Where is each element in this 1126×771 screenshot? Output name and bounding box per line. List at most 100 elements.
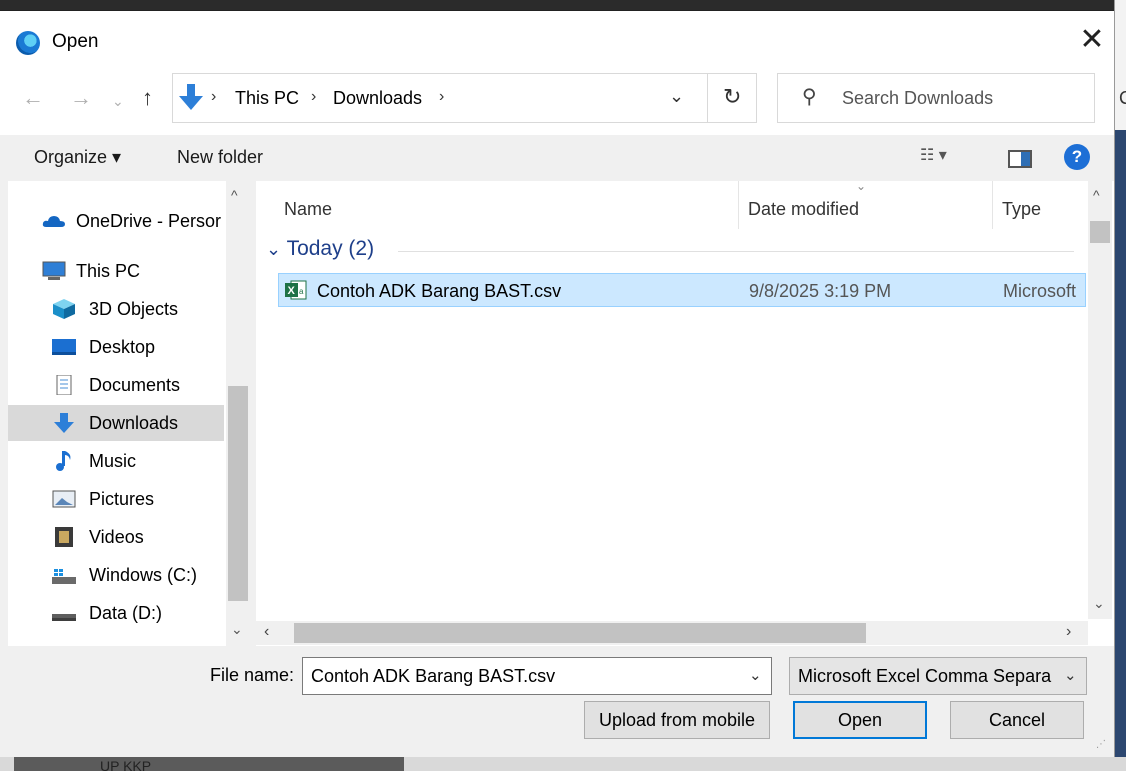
- address-bar[interactable]: › This PC › Downloads › ⌄ ↻: [172, 73, 757, 123]
- background-app-panel: [1115, 130, 1126, 771]
- scroll-up-icon[interactable]: ^: [1093, 187, 1100, 203]
- sidebar-item-desktop[interactable]: Desktop: [8, 329, 224, 365]
- breadcrumb-separator-icon: ›: [439, 88, 445, 105]
- file-type-value: Microsoft Excel Comma Separa: [798, 666, 1052, 686]
- computer-icon: [42, 261, 66, 280]
- download-icon: [54, 413, 74, 433]
- details-view-icon: ☷: [920, 147, 935, 164]
- cube-icon: [53, 299, 75, 319]
- edge-browser-icon: [16, 31, 40, 55]
- sidebar-item-this-pc[interactable]: This PC: [8, 253, 224, 289]
- address-dropdown-icon[interactable]: ⌄: [669, 86, 684, 107]
- background-app-bar: [14, 757, 404, 771]
- search-box[interactable]: ⚲ Search Downloads: [777, 73, 1095, 123]
- cancel-button[interactable]: Cancel: [950, 701, 1084, 739]
- scroll-up-icon[interactable]: ^: [231, 187, 238, 203]
- scrollbar-thumb[interactable]: [228, 386, 248, 601]
- file-name-label: File name:: [210, 665, 295, 685]
- open-button[interactable]: Open: [793, 701, 927, 739]
- svg-text:X: X: [288, 285, 296, 297]
- sidebar-item-videos[interactable]: Videos: [8, 519, 224, 555]
- arrow-right-icon: →: [70, 85, 92, 110]
- chevron-down-icon: ⌄: [1064, 667, 1077, 684]
- group-header-today[interactable]: ⌄ Today (2): [266, 237, 374, 261]
- dialog-title: Open: [52, 31, 99, 52]
- scroll-left-icon[interactable]: ‹: [264, 623, 269, 641]
- help-icon[interactable]: ?: [1064, 144, 1090, 170]
- navigation-scrollbar[interactable]: ^ ⌄: [226, 181, 250, 646]
- sidebar-item-pictures[interactable]: Pictures: [8, 481, 224, 517]
- sidebar-item-label: Desktop: [89, 337, 156, 357]
- pictures-icon: [52, 490, 76, 508]
- breadcrumb-this-pc[interactable]: This PC: [235, 88, 299, 109]
- file-list-horizontal-scrollbar[interactable]: ‹ ›: [256, 621, 1088, 645]
- sidebar-item-documents[interactable]: Documents: [8, 367, 224, 403]
- navigation-pane: OneDrive - Persor This PC 3D Objects Des…: [8, 181, 250, 646]
- open-file-dialog: Open ✕ ← → ⌄ ↑ › This PC › Downloads › ⌄…: [0, 10, 1114, 757]
- sidebar-item-label: Data (D:): [89, 603, 163, 623]
- cloud-icon: [42, 216, 65, 227]
- organize-button[interactable]: Organize ▾: [34, 147, 121, 168]
- drive-icon: [52, 569, 76, 584]
- scroll-down-icon[interactable]: ⌄: [1093, 595, 1105, 612]
- background-app-text: UP KKP: [100, 758, 152, 771]
- breadcrumb-downloads[interactable]: Downloads: [333, 88, 422, 109]
- sidebar-item-label: Windows (C:): [89, 565, 198, 585]
- file-row[interactable]: X a Contoh ADK Barang BAST.csv 9/8/2025 …: [278, 273, 1086, 307]
- preview-pane-icon[interactable]: [1008, 150, 1032, 168]
- resize-grip-icon[interactable]: ⋰: [1096, 739, 1106, 750]
- scrollbar-thumb[interactable]: [294, 623, 866, 643]
- chevron-down-icon[interactable]: ⌄: [749, 666, 762, 684]
- column-separator[interactable]: [992, 181, 993, 229]
- svg-text:a: a: [299, 287, 304, 296]
- desktop-icon: [52, 339, 76, 355]
- column-header-type[interactable]: Type: [1002, 199, 1041, 220]
- back-button[interactable]: ←: [22, 85, 44, 111]
- background-app-bottom: UP KKP: [0, 757, 1126, 771]
- close-button[interactable]: ✕: [1074, 23, 1110, 59]
- column-header-name[interactable]: Name: [284, 199, 332, 220]
- scroll-down-icon[interactable]: ⌄: [231, 621, 243, 638]
- breadcrumb-separator-icon: ›: [311, 88, 317, 105]
- forward-button[interactable]: →: [70, 85, 92, 111]
- file-type-select[interactable]: Microsoft Excel Comma Separa ⌄: [789, 657, 1087, 695]
- sidebar-item-data-d[interactable]: Data (D:): [8, 595, 224, 631]
- music-icon: [56, 451, 71, 471]
- sidebar-item-downloads[interactable]: Downloads: [8, 405, 224, 441]
- scroll-right-icon[interactable]: ›: [1066, 623, 1071, 641]
- sidebar-item-label: Music: [89, 451, 137, 471]
- sort-caret-icon: ⌄: [856, 179, 867, 193]
- sidebar-item-3d-objects[interactable]: 3D Objects: [8, 291, 224, 327]
- document-icon: [56, 375, 72, 395]
- sidebar-item-label: Downloads: [89, 413, 179, 433]
- refresh-icon[interactable]: ↻: [723, 84, 741, 110]
- file-list: Name ⌄ Date modified Type ⌄ Today (2) X …: [256, 179, 1114, 646]
- file-name-input[interactable]: Contoh ADK Barang BAST.csv ⌄: [302, 657, 772, 695]
- sidebar-item-label: Videos: [89, 527, 144, 547]
- sidebar-item-music[interactable]: Music: [8, 443, 224, 479]
- chevron-down-icon: ⌄: [266, 239, 282, 259]
- file-name-value: Contoh ADK Barang BAST.csv: [311, 666, 556, 686]
- arrow-up-icon: ↑: [142, 85, 153, 110]
- file-list-vertical-scrollbar[interactable]: ^ ⌄: [1088, 181, 1112, 619]
- drive-icon: [52, 614, 76, 621]
- upload-from-mobile-button[interactable]: Upload from mobile: [584, 701, 770, 739]
- search-icon: ⚲: [802, 86, 817, 108]
- background-app-edge: C: [1114, 0, 1126, 771]
- sidebar-item-onedrive[interactable]: OneDrive - Persor: [8, 203, 224, 239]
- recent-locations-button[interactable]: ⌄: [112, 93, 124, 110]
- file-name: Contoh ADK Barang BAST.csv: [317, 281, 562, 301]
- up-button[interactable]: ↑: [142, 85, 153, 111]
- change-view-button[interactable]: ☷ ▾: [920, 145, 947, 165]
- column-header-date-modified[interactable]: Date modified: [748, 199, 859, 220]
- sidebar-item-label: This PC: [76, 261, 141, 281]
- sidebar-item-label: 3D Objects: [89, 299, 179, 319]
- column-separator[interactable]: [738, 181, 739, 229]
- command-toolbar: Organize ▾ New folder ☷ ▾ ?: [0, 135, 1114, 181]
- video-icon: [55, 527, 73, 547]
- scrollbar-thumb[interactable]: [1090, 221, 1110, 243]
- sidebar-item-windows-c[interactable]: Windows (C:): [8, 557, 224, 593]
- title-bar: Open ✕: [0, 11, 1114, 63]
- chevron-down-icon: ⌄: [112, 93, 124, 109]
- new-folder-button[interactable]: New folder: [177, 147, 263, 168]
